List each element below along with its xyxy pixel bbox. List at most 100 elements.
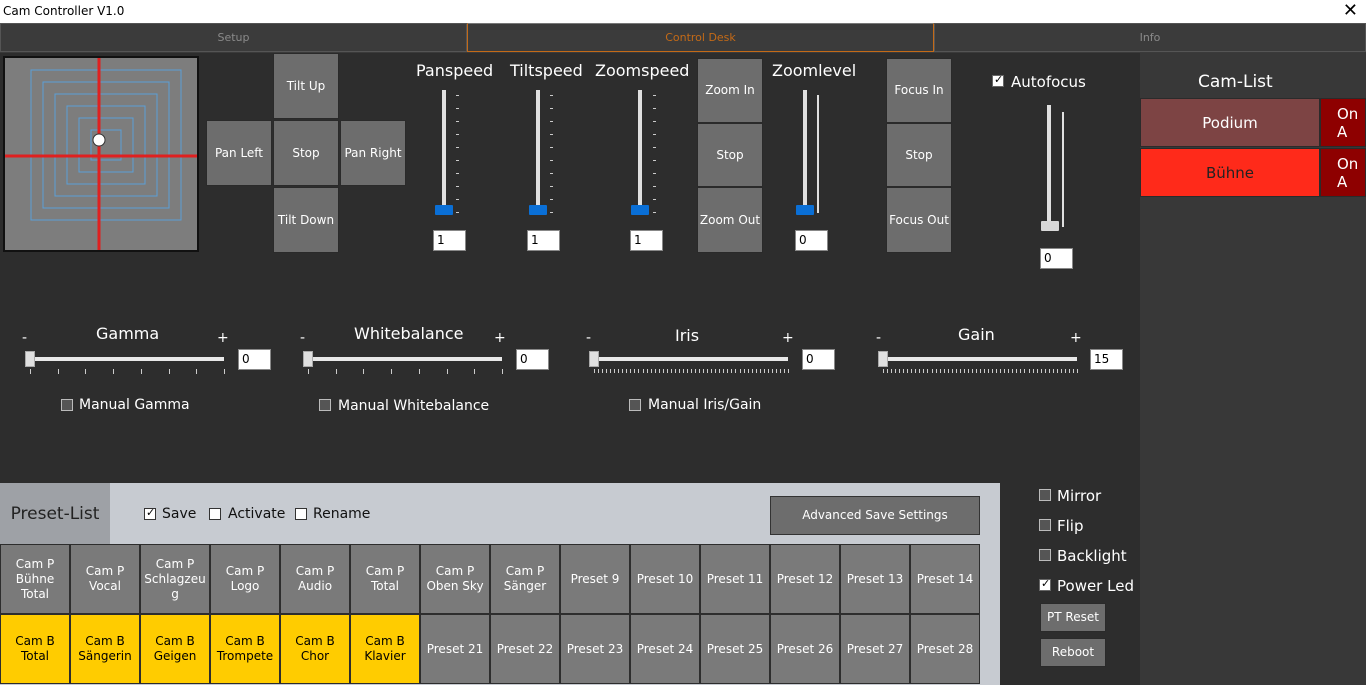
iris-slider[interactable] <box>592 357 788 361</box>
preset-button[interactable]: Cam B Sängerin <box>70 614 140 684</box>
focus-slider[interactable] <box>1047 105 1051 230</box>
iris-minus: - <box>586 330 592 346</box>
power-led-checkbox[interactable] <box>1039 577 1051 591</box>
pan-left-button[interactable]: Pan Left <box>206 120 272 186</box>
zoomspeed-slider[interactable] <box>638 90 642 215</box>
zoomlevel-thumb[interactable] <box>796 205 814 215</box>
cam-podium-state[interactable]: On A <box>1320 98 1366 147</box>
reboot-button[interactable]: Reboot <box>1040 638 1106 667</box>
slider-tick <box>550 95 553 96</box>
preset-button[interactable]: Cam P Audio <box>280 544 350 614</box>
gamma-value[interactable]: 0 <box>238 349 271 370</box>
cam-podium-button[interactable]: Podium <box>1140 98 1320 147</box>
preset-button[interactable]: Cam B Trompete <box>210 614 280 684</box>
whitebalance-slider[interactable] <box>306 357 502 361</box>
preset-button[interactable]: Cam B Total <box>0 614 70 684</box>
close-icon[interactable]: ✕ <box>1343 0 1358 22</box>
focus-out-button[interactable]: Focus Out <box>886 187 952 253</box>
slider-tick <box>939 369 941 373</box>
preset-button[interactable]: Preset 25 <box>700 614 770 684</box>
tab-setup[interactable]: Setup <box>0 23 467 52</box>
whitebalance-value[interactable]: 0 <box>516 349 549 370</box>
ptz-stop-button[interactable]: Stop <box>273 120 339 186</box>
gamma-thumb[interactable] <box>25 351 35 367</box>
cam-buehne-button[interactable]: Bühne <box>1140 148 1320 197</box>
preset-button[interactable]: Preset 12 <box>770 544 840 614</box>
preset-button[interactable]: Cam P Schlagzeu g <box>140 544 210 614</box>
pan-right-button[interactable]: Pan Right <box>340 120 406 186</box>
manual-whitebalance-checkbox[interactable] <box>319 399 331 411</box>
slider-tick <box>456 134 459 135</box>
preset-button[interactable]: Preset 21 <box>420 614 490 684</box>
preset-button[interactable]: Preset 11 <box>700 544 770 614</box>
focus-stop-button[interactable]: Stop <box>886 123 952 187</box>
whitebalance-thumb[interactable] <box>303 351 313 367</box>
slider-tick <box>622 369 624 373</box>
preset-button[interactable]: Cam B Chor <box>280 614 350 684</box>
cam-buehne-state[interactable]: On A <box>1320 148 1366 197</box>
preset-button[interactable]: Preset 13 <box>840 544 910 614</box>
zoomlevel-slider[interactable] <box>803 90 807 215</box>
slider-tick <box>1020 369 1022 373</box>
zoom-stop-button[interactable]: Stop <box>697 123 763 187</box>
preset-button[interactable]: Cam P Sänger <box>490 544 560 614</box>
preset-button[interactable]: Cam B Geigen <box>140 614 210 684</box>
tilt-down-button[interactable]: Tilt Down <box>273 187 339 253</box>
zoomlevel-value[interactable]: 0 <box>795 230 828 251</box>
manual-iris-gain-checkbox[interactable] <box>629 399 641 411</box>
zoomspeed-thumb[interactable] <box>631 205 649 215</box>
window-title: Cam Controller V1.0 <box>3 4 125 18</box>
tilt-up-button[interactable]: Tilt Up <box>273 53 339 119</box>
pan-tilt-cursor[interactable] <box>92 133 106 147</box>
focus-thumb[interactable] <box>1041 221 1059 231</box>
rename-checkbox[interactable] <box>295 508 307 520</box>
panspeed-value[interactable]: 1 <box>433 230 466 251</box>
tab-info[interactable]: Info <box>934 23 1366 52</box>
save-checkbox[interactable] <box>144 506 156 520</box>
mirror-checkbox[interactable] <box>1039 489 1051 501</box>
preset-button[interactable]: Preset 24 <box>630 614 700 684</box>
preset-button[interactable]: Preset 22 <box>490 614 560 684</box>
advanced-save-settings-button[interactable]: Advanced Save Settings <box>770 496 980 535</box>
preset-button[interactable]: Cam B Klavier <box>350 614 420 684</box>
mirror-label: Mirror <box>1057 487 1102 505</box>
gain-slider[interactable] <box>881 357 1077 361</box>
preset-button[interactable]: Preset 23 <box>560 614 630 684</box>
flip-checkbox[interactable] <box>1039 519 1051 531</box>
preset-button[interactable]: Cam P Logo <box>210 544 280 614</box>
pan-tilt-pad[interactable] <box>3 56 199 252</box>
slider-tick <box>1077 369 1078 373</box>
preset-button[interactable]: Preset 27 <box>840 614 910 684</box>
slider-tick <box>653 212 656 213</box>
preset-button[interactable]: Cam P Total <box>350 544 420 614</box>
pt-reset-button[interactable]: PT Reset <box>1040 603 1106 632</box>
panspeed-thumb[interactable] <box>435 205 453 215</box>
manual-gamma-checkbox[interactable] <box>61 399 73 411</box>
iris-value[interactable]: 0 <box>802 349 835 370</box>
preset-button[interactable]: Preset 10 <box>630 544 700 614</box>
gain-thumb[interactable] <box>878 351 888 367</box>
activate-checkbox[interactable] <box>209 508 221 520</box>
zoom-out-button[interactable]: Zoom Out <box>697 187 763 253</box>
gamma-slider[interactable] <box>28 357 224 361</box>
preset-button[interactable]: Preset 9 <box>560 544 630 614</box>
preset-button[interactable]: Cam P Bühne Total <box>0 544 70 614</box>
focus-value[interactable]: 0 <box>1040 248 1073 269</box>
panspeed-slider[interactable] <box>442 90 446 215</box>
preset-button[interactable]: Cam P Oben Sky <box>420 544 490 614</box>
autofocus-checkbox[interactable] <box>992 73 1004 87</box>
preset-button[interactable]: Cam P Vocal <box>70 544 140 614</box>
gain-value[interactable]: 15 <box>1090 349 1123 370</box>
tiltspeed-value[interactable]: 1 <box>527 230 560 251</box>
focus-in-button[interactable]: Focus In <box>886 58 952 123</box>
preset-button[interactable]: Preset 14 <box>910 544 980 614</box>
iris-thumb[interactable] <box>589 351 599 367</box>
preset-button[interactable]: Preset 26 <box>770 614 840 684</box>
zoom-in-button[interactable]: Zoom In <box>697 58 763 123</box>
tiltspeed-thumb[interactable] <box>529 205 547 215</box>
tiltspeed-slider[interactable] <box>536 90 540 215</box>
preset-button[interactable]: Preset 28 <box>910 614 980 684</box>
backlight-checkbox[interactable] <box>1039 549 1051 561</box>
zoomspeed-value[interactable]: 1 <box>630 230 663 251</box>
tab-control-desk[interactable]: Control Desk <box>467 23 934 52</box>
